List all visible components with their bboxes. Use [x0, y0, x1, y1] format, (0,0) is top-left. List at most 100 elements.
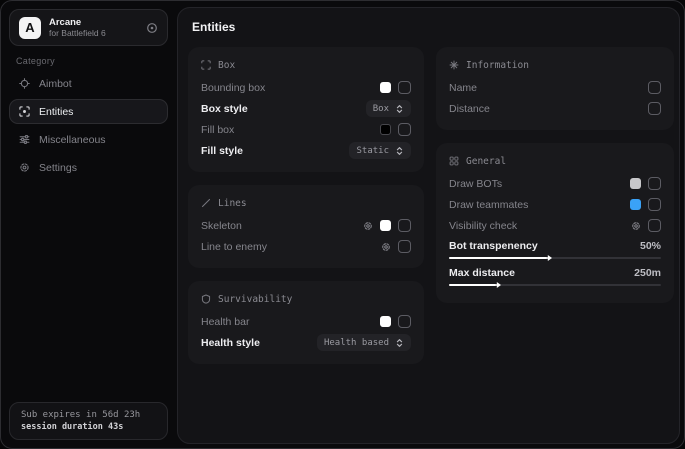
- app-header-card: A Arcane for Battlefield 6: [9, 9, 168, 46]
- setting-row-bounding-box: Bounding box: [201, 77, 411, 98]
- setting-row-line-to-enemy: Line to enemy: [201, 236, 411, 257]
- color-swatch-draw-teammates[interactable]: [630, 199, 641, 210]
- slider-thumb-icon[interactable]: [541, 254, 553, 262]
- slider-group-bot-transpenency: Bot transpenency 50%: [449, 238, 661, 262]
- dropdown-health-style[interactable]: Health based: [317, 334, 411, 351]
- row-controls: [380, 81, 411, 94]
- sidebar-item-aimbot[interactable]: Aimbot: [9, 71, 168, 96]
- sidebar-item-miscellaneous[interactable]: Miscellaneous: [9, 127, 168, 152]
- setting-label: Skeleton: [201, 220, 242, 232]
- setting-label: Bounding box: [201, 82, 265, 94]
- row-controls: [381, 240, 411, 253]
- setting-row-fill-box: Fill box: [201, 119, 411, 140]
- section-header: Survivability: [201, 291, 411, 307]
- grid-icon: [449, 156, 459, 166]
- chevrons-up-down-icon: [395, 104, 404, 114]
- section-title: Box: [218, 60, 235, 71]
- app-window: A Arcane for Battlefield 6 Category Aimb…: [0, 0, 685, 449]
- slider-bot-transpenency[interactable]: [449, 254, 661, 262]
- color-swatch-bounding-box[interactable]: [380, 82, 391, 93]
- gear-icon[interactable]: [381, 242, 391, 252]
- app-name: Arcane: [49, 17, 106, 28]
- row-controls: [363, 219, 411, 232]
- dropdown-box-style[interactable]: Box: [366, 100, 411, 117]
- sidebar-item-label: Entities: [39, 106, 73, 118]
- checkbox-fill-box[interactable]: [398, 123, 411, 136]
- sidebar-item-entities[interactable]: Entities: [9, 99, 168, 124]
- slider-fill: [449, 284, 496, 286]
- settings-column-left: Box Bounding box Box style Box Fill box …: [188, 47, 424, 364]
- color-swatch-health-bar[interactable]: [380, 316, 391, 327]
- setting-label: Visibility check: [449, 220, 517, 232]
- main-panel: Entities Box Bounding box Box style Box …: [177, 7, 680, 444]
- section-title: Survivability: [218, 294, 292, 305]
- chevrons-up-down-icon: [395, 146, 404, 156]
- row-controls: Health based: [317, 334, 411, 351]
- checkbox-name[interactable]: [648, 81, 661, 94]
- page-title: Entities: [192, 20, 235, 34]
- color-swatch-fill-box[interactable]: [380, 124, 391, 135]
- setting-label: Draw teammates: [449, 199, 528, 211]
- target-icon[interactable]: [146, 22, 158, 34]
- sidebar-item-label: Aimbot: [39, 78, 72, 90]
- color-swatch-skeleton[interactable]: [380, 220, 391, 231]
- slider-max-distance[interactable]: [449, 281, 661, 289]
- row-controls: [631, 219, 661, 232]
- checkbox-visibility-check[interactable]: [648, 219, 661, 232]
- section-lines: Lines Skeleton Line to enemy: [188, 185, 424, 268]
- checkbox-distance[interactable]: [648, 102, 661, 115]
- dropdown-value: Static: [356, 146, 389, 156]
- session-duration-text: session duration 43s: [21, 422, 156, 432]
- slider-label: Max distance: [449, 267, 515, 279]
- slider-thumb-icon[interactable]: [490, 281, 502, 289]
- checkbox-draw-bots[interactable]: [648, 177, 661, 190]
- gear-icon[interactable]: [631, 221, 641, 231]
- color-swatch-draw-bots[interactable]: [630, 178, 641, 189]
- sliders-icon: [19, 134, 30, 145]
- gear-icon[interactable]: [363, 221, 373, 231]
- app-title-block: Arcane for Battlefield 6: [49, 17, 106, 38]
- app-logo: A: [19, 17, 41, 39]
- row-controls: [648, 102, 661, 115]
- setting-row-draw-bots: Draw BOTs: [449, 173, 661, 194]
- sidebar-item-settings[interactable]: Settings: [9, 155, 168, 180]
- app-subtitle: for Battlefield 6: [49, 28, 106, 38]
- row-controls: [380, 315, 411, 328]
- slider-label-row: Max distance 250m: [449, 265, 661, 280]
- category-label: Category: [16, 56, 55, 66]
- section-survivability: Survivability Health bar Health style He…: [188, 281, 424, 364]
- section-information: Information Name Distance: [436, 47, 674, 130]
- row-controls: Static: [349, 142, 411, 159]
- checkbox-health-bar[interactable]: [398, 315, 411, 328]
- dropdown-fill-style[interactable]: Static: [349, 142, 411, 159]
- section-title: General: [466, 156, 506, 167]
- row-controls: [380, 123, 411, 136]
- section-header: Lines: [201, 195, 411, 211]
- setting-row-health-bar: Health bar: [201, 311, 411, 332]
- setting-row-distance: Distance: [449, 98, 661, 119]
- section-header: General: [449, 153, 661, 169]
- checkbox-draw-teammates[interactable]: [648, 198, 661, 211]
- slider-value: 50%: [640, 240, 661, 252]
- slider-label: Bot transpenency: [449, 240, 538, 252]
- slider-fill: [449, 257, 547, 259]
- sidebar-item-label: Settings: [39, 162, 77, 174]
- setting-label: Draw BOTs: [449, 178, 502, 190]
- setting-row-draw-teammates: Draw teammates: [449, 194, 661, 215]
- checkbox-skeleton[interactable]: [398, 219, 411, 232]
- section-general: General Draw BOTs Draw teammates Visibil…: [436, 143, 674, 303]
- dropdown-value: Health based: [324, 338, 389, 348]
- setting-label: Health bar: [201, 316, 249, 328]
- gear-icon: [19, 162, 30, 173]
- row-controls: [630, 177, 661, 190]
- checkbox-bounding-box[interactable]: [398, 81, 411, 94]
- setting-label: Name: [449, 82, 477, 94]
- crosshair-icon: [19, 78, 30, 89]
- setting-row-fill-style: Fill style Static: [201, 140, 411, 161]
- setting-label: Health style: [201, 337, 260, 349]
- setting-label: Box style: [201, 103, 248, 115]
- setting-label: Distance: [449, 103, 490, 115]
- checkbox-line-to-enemy[interactable]: [398, 240, 411, 253]
- chevrons-up-down-icon: [395, 338, 404, 348]
- scan-icon: [19, 106, 30, 117]
